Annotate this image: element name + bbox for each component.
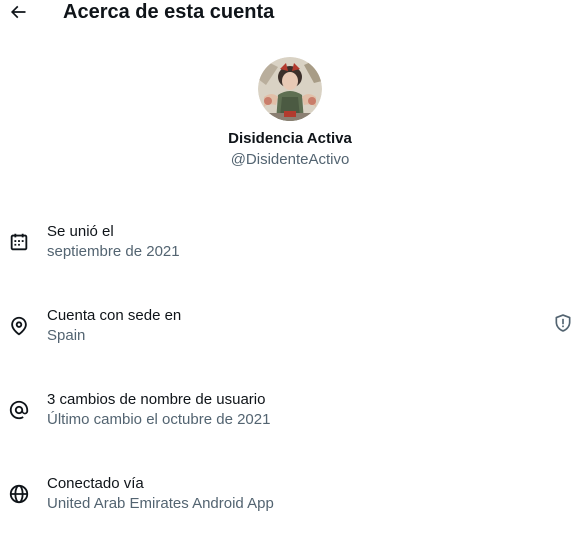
display-name: Disidencia Activa (228, 130, 352, 147)
connected-via-title: Conectado vía (47, 475, 144, 492)
at-sign-icon (8, 399, 30, 421)
page-title: Acerca de esta cuenta (63, 1, 275, 23)
info-row-username-changes: 3 cambios de nombre de usuario Último ca… (0, 390, 582, 434)
avatar-image (258, 57, 322, 121)
calendar-icon (8, 231, 30, 253)
joined-title: Se unió el (47, 223, 114, 240)
info-row-connected-via: Conectado vía United Arab Emirates Andro… (0, 474, 582, 518)
joined-value: septiembre de 2021 (47, 243, 180, 260)
username-changes-value: Último cambio el octubre de 2021 (47, 411, 271, 428)
username-changes-title: 3 cambios de nombre de usuario (47, 391, 266, 408)
connected-via-value: United Arab Emirates Android App (47, 495, 274, 512)
location-pin-icon (8, 315, 30, 337)
arrow-left-icon (10, 5, 26, 19)
avatar[interactable] (258, 57, 322, 121)
globe-icon (8, 483, 30, 505)
header: Acerca de esta cuenta (0, 0, 582, 26)
shield-alert-icon[interactable] (553, 313, 573, 333)
user-handle: @DisidenteActivo (230, 151, 350, 168)
location-title: Cuenta con sede en (47, 307, 182, 324)
info-row-joined: Se unió el septiembre de 2021 (0, 222, 582, 266)
location-value: Spain (47, 327, 86, 344)
back-button[interactable] (7, 1, 29, 23)
info-row-location: Cuenta con sede en Spain (0, 306, 582, 350)
